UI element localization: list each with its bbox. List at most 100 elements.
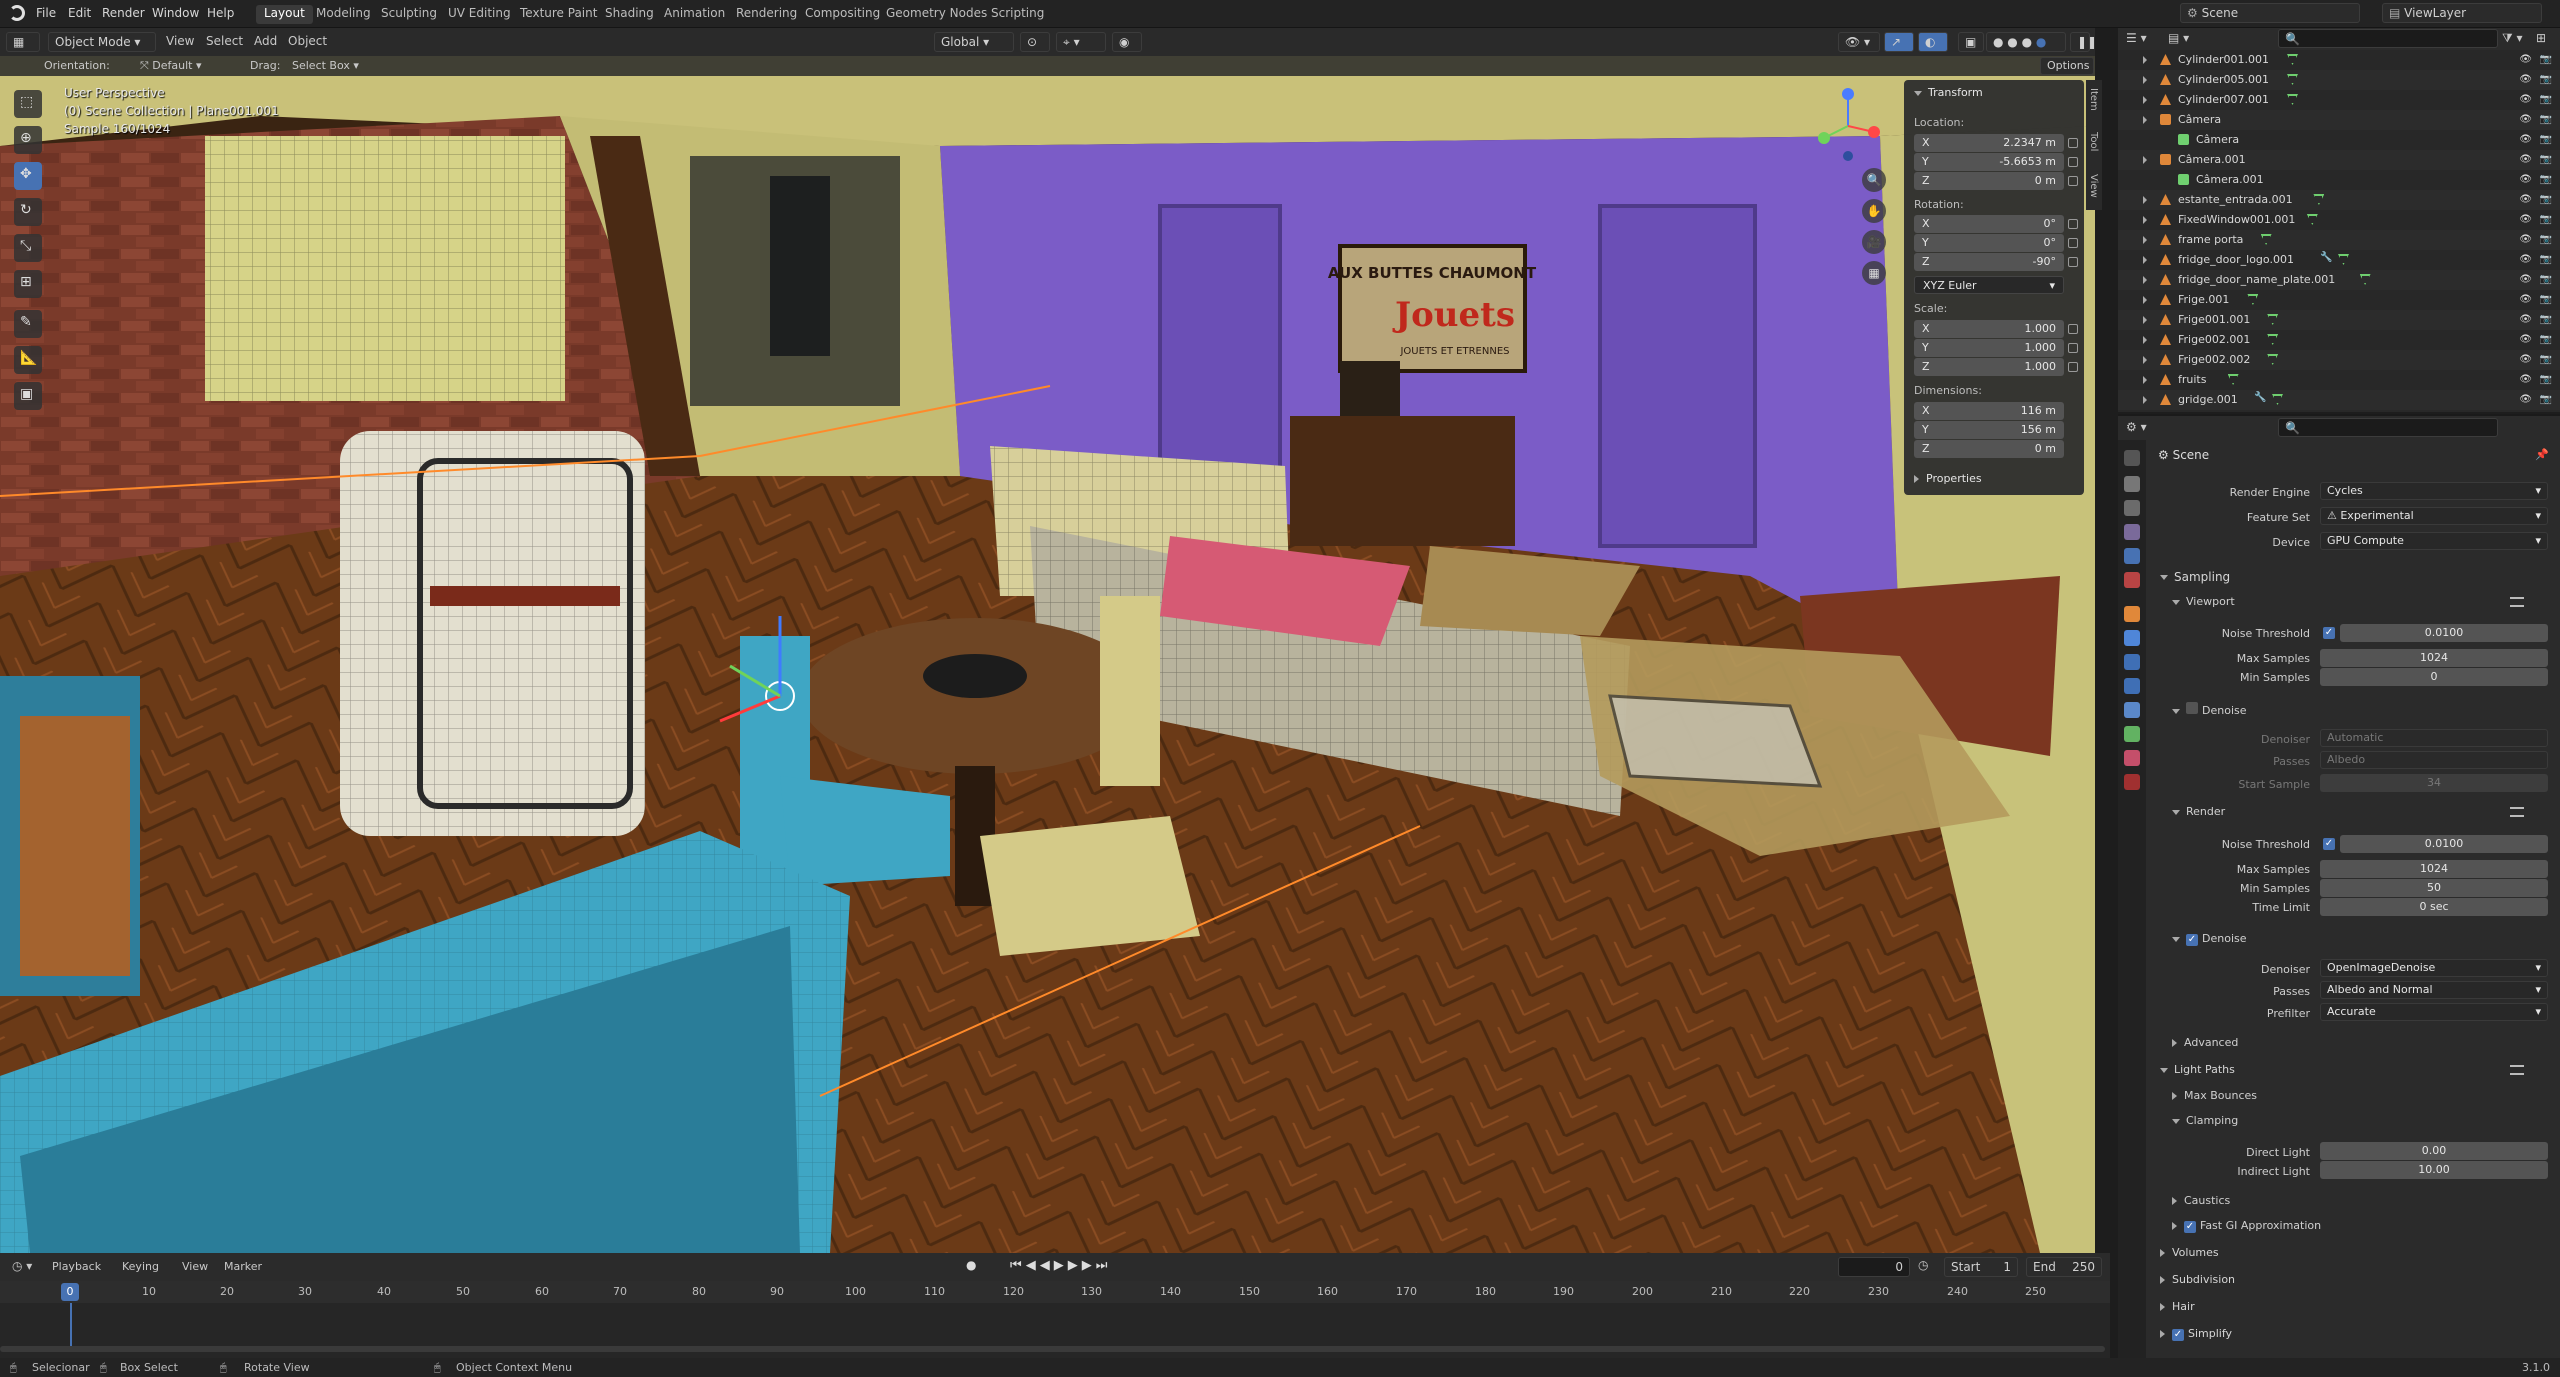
vp-denoise-checkbox[interactable] [2186,702,2198,714]
expand-icon[interactable] [2143,296,2147,304]
workspace-tab-geometry-nodes[interactable]: Geometry Nodes [878,5,995,24]
outliner-row[interactable]: Cylinder005.001 👁 📷 [2118,70,2560,90]
annotate-tool-icon[interactable]: ✎ [14,310,42,338]
mesh-data-icon[interactable] [2267,354,2279,365]
scale-tool-icon[interactable]: ⤡ [14,234,42,262]
subdivision-panel-header[interactable]: Subdivision [2160,1273,2235,1286]
outliner-row[interactable]: Câmera.001 👁 📷 [2118,150,2560,170]
timeline-menu-playback[interactable]: Playback [52,1260,101,1273]
expand-icon[interactable] [2143,336,2147,344]
lock-icon[interactable] [2068,324,2078,334]
orientation-dropdown[interactable]: ⤧ Default ▾ [140,59,202,73]
render-camera-icon[interactable]: 📷 [2540,394,2552,405]
mesh-data-icon[interactable] [2287,94,2298,105]
menu-window[interactable]: Window [152,6,199,20]
modifier-tab-icon[interactable] [2124,630,2140,646]
outliner-row[interactable]: Cylinder001.001 👁 📷 [2118,50,2560,70]
expand-icon[interactable] [2143,376,2147,384]
lock-icon[interactable] [2068,238,2078,248]
dimensions-z-field[interactable]: Z0 m [1914,440,2064,458]
menu-edit[interactable]: Edit [68,6,91,20]
r-max-samples-field[interactable]: 1024 [2320,860,2548,878]
modifier-wrench-icon[interactable]: 🔧 [2254,392,2266,403]
outliner-row[interactable]: Frige.001 👁 📷 [2118,290,2560,310]
expand-icon[interactable] [2143,76,2147,84]
render-camera-icon[interactable]: 📷 [2540,254,2552,265]
expand-icon[interactable] [2143,256,2147,264]
rotation-y-field[interactable]: Y 0° [1914,234,2064,252]
render-camera-icon[interactable]: 📷 [2540,154,2552,165]
fast-gi-subpanel[interactable]: ✓ Fast GI Approximation [2172,1219,2321,1233]
expand-icon[interactable] [2143,116,2147,124]
r-noise-threshold-checkbox[interactable]: ✓ [2323,838,2335,850]
render-camera-icon[interactable]: 📷 [2540,374,2552,385]
visibility-eye-icon[interactable]: 👁 [2519,214,2532,225]
vp-min-samples-field[interactable]: 0 [2320,668,2548,686]
outliner-row[interactable]: estante_entrada.001 👁 📷 [2118,190,2560,210]
rotation-z-field[interactable]: Z -90° [1914,253,2064,271]
presets-icon[interactable] [2510,807,2524,817]
texture-tab-icon[interactable] [2124,774,2140,790]
volumes-panel-header[interactable]: Volumes [2160,1246,2219,1259]
visibility-eye-icon[interactable]: 👁 [2519,314,2532,325]
lock-icon[interactable] [2068,219,2078,229]
workspace-tab-shading[interactable]: Shading [597,5,662,24]
render-tab-icon[interactable] [2124,476,2140,492]
render-camera-icon[interactable]: 📷 [2540,54,2552,65]
r-min-samples-field[interactable]: 50 [2320,879,2548,897]
mesh-data-icon[interactable] [2227,374,2239,385]
expand-icon[interactable] [2143,316,2147,324]
viewport-menu-object[interactable]: Object [288,34,327,48]
render-engine-dropdown[interactable]: Cycles ▾ [2320,482,2548,500]
pan-hand-icon[interactable]: ✋ [1862,199,1886,223]
overlay-toggle-icon[interactable]: ◐ [1918,32,1948,52]
outliner-row[interactable]: Frige002.001 👁 📷 [2118,330,2560,350]
render-camera-icon[interactable]: 📷 [2540,174,2552,185]
physics-tab-icon[interactable] [2124,678,2140,694]
sampling-panel-header[interactable]: Sampling [2160,570,2230,584]
blender-logo-icon[interactable] [9,5,25,21]
render-camera-icon[interactable]: 📷 [2540,214,2552,225]
location-y-field[interactable]: Y -5.6653 m [1914,153,2064,171]
lock-icon[interactable] [2068,257,2078,267]
lock-icon[interactable] [2068,343,2078,353]
proportional-edit-icon[interactable]: ◉ [1112,32,1142,52]
outliner-row[interactable]: Câmera.001 👁 📷 [2118,170,2560,190]
vp-denoise-subpanel[interactable]: Denoise [2172,702,2247,717]
mesh-data-icon[interactable] [2313,194,2325,205]
r-denoise-checkbox[interactable]: ✓ [2186,934,2198,946]
pivot-icon[interactable]: ⊙ [1020,32,1050,52]
feature-set-dropdown[interactable]: ⚠ Experimental ▾ [2320,507,2548,525]
shading-modes[interactable]: ● ● ● ● [1986,32,2066,52]
r-denoiser-dropdown[interactable]: OpenImageDenoise ▾ [2320,959,2548,977]
outliner-tree[interactable]: Cylinder001.001 👁 📷 Cylinder005.001 👁 📷 Cylind… [2118,50,2560,412]
visibility-eye-icon[interactable]: 👁 [2519,54,2532,65]
workspace-tab-modeling[interactable]: Modeling [308,5,379,24]
sidebar-tab-view[interactable]: View [2088,174,2099,198]
mesh-data-icon[interactable] [2287,54,2298,65]
viewport-subpanel-header[interactable]: Viewport [2172,595,2235,608]
hair-panel-header[interactable]: Hair [2160,1300,2195,1313]
properties-editor-icon[interactable]: ⚙ ▾ [2126,420,2147,434]
scene-tab-icon[interactable] [2124,548,2140,564]
render-camera-icon[interactable]: 📷 [2540,194,2552,205]
gizmo-toggle-icon[interactable]: ↗ [1884,32,1914,52]
mesh-data-icon[interactable] [2267,334,2279,345]
render-camera-icon[interactable]: 📷 [2540,274,2552,285]
mode-selector[interactable]: Object Mode ▾ [48,32,156,52]
expand-icon[interactable] [2143,396,2147,404]
time-limit-field[interactable]: 0 sec [2320,898,2548,916]
outliner-row[interactable]: Frige001.001 👁 📷 [2118,310,2560,330]
render-camera-icon[interactable]: 📷 [2540,334,2552,345]
viewport-menu-view[interactable]: View [166,34,194,48]
lock-icon[interactable] [2068,138,2078,148]
lock-icon[interactable] [2068,362,2078,372]
visibility-eye-icon[interactable]: 👁 [2519,274,2532,285]
menu-file[interactable]: File [36,6,56,20]
viewport-menu-select[interactable]: Select [206,34,243,48]
timeline-editor-icon[interactable]: ◷ ▾ [12,1259,32,1273]
properties-subpanel[interactable]: Properties [1914,472,1982,485]
visibility-eye-icon[interactable]: 👁 [2519,334,2532,345]
pin-icon[interactable]: 📌 [2535,448,2549,461]
rotate-tool-icon[interactable]: ↻ [14,198,42,226]
